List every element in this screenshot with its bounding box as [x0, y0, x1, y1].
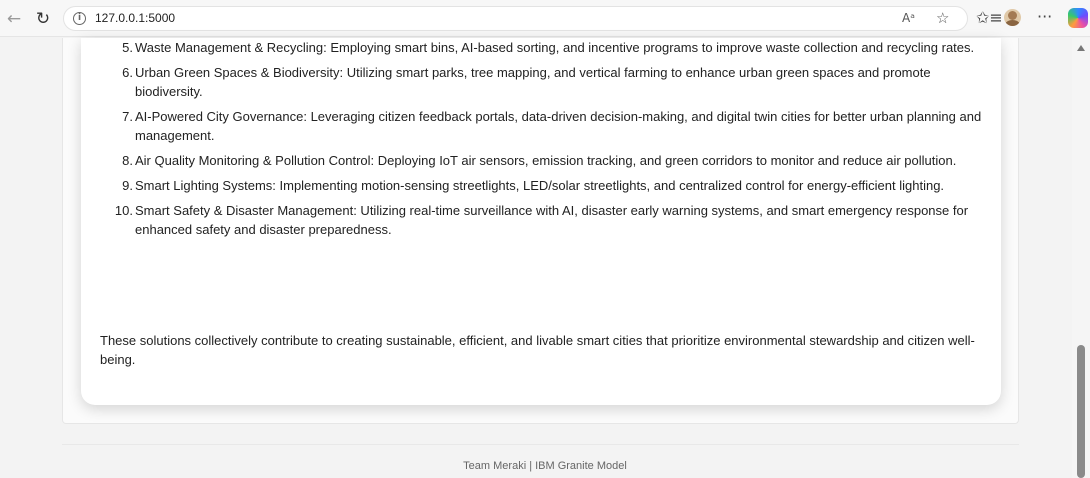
- address-bar[interactable]: i 127.0.0.1:5000 Aᵃ ☆: [63, 6, 968, 31]
- list-item-text: Smart Lighting Systems: Implementing mot…: [135, 178, 945, 193]
- list-item-number: 10.: [114, 203, 133, 218]
- list-item: 7. AI-Powered City Governance: Leveragin…: [103, 107, 993, 145]
- summary-paragraph: These solutions collectively contribute …: [100, 333, 975, 367]
- site-info-icon[interactable]: i: [73, 12, 86, 25]
- footer-text: Team Meraki | IBM Granite Model: [463, 460, 627, 472]
- solutions-list: 5. Waste Management & Recycling: Employi…: [103, 38, 993, 245]
- page-content: 5. Waste Management & Recycling: Employi…: [0, 38, 1072, 478]
- list-item-number: 5.: [122, 40, 133, 55]
- more-options-icon[interactable]: ···: [1037, 7, 1052, 26]
- url-text[interactable]: 127.0.0.1:5000: [95, 11, 175, 25]
- scroll-up-arrow-icon[interactable]: [1077, 45, 1085, 51]
- list-item: 6. Urban Green Spaces & Biodiversity: Ut…: [103, 63, 993, 101]
- footer-divider: [62, 444, 1019, 445]
- list-item-text: AI-Powered City Governance: Leveraging c…: [135, 109, 982, 143]
- list-item-text: Smart Safety & Disaster Management: Util…: [135, 203, 969, 237]
- vertical-scrollbar[interactable]: [1072, 38, 1090, 478]
- list-item-text: Waste Management & Recycling: Employing …: [135, 40, 975, 55]
- profile-avatar[interactable]: [1004, 9, 1021, 26]
- refresh-icon[interactable]: ↻: [33, 9, 53, 29]
- browser-toolbar: ← ↻ i 127.0.0.1:5000 Aᵃ ☆ ✩≡ ···: [0, 0, 1090, 37]
- back-arrow-icon[interactable]: ←: [4, 9, 24, 29]
- list-item: 5. Waste Management & Recycling: Employi…: [103, 38, 993, 57]
- content-container: 5. Waste Management & Recycling: Employi…: [62, 38, 1019, 424]
- list-item-number: 6.: [122, 65, 133, 80]
- list-item-number: 9.: [122, 178, 133, 193]
- list-item: 10. Smart Safety & Disaster Management: …: [103, 201, 993, 239]
- favorites-list-icon[interactable]: ✩≡: [976, 8, 1003, 27]
- favorite-star-icon[interactable]: ☆: [936, 9, 949, 27]
- list-item: 9. Smart Lighting Systems: Implementing …: [103, 176, 993, 195]
- list-item-number: 8.: [122, 153, 133, 168]
- list-item-text: Air Quality Monitoring & Pollution Contr…: [135, 153, 957, 168]
- list-item-text: Urban Green Spaces & Biodiversity: Utili…: [135, 65, 931, 99]
- copilot-icon[interactable]: [1068, 8, 1088, 28]
- list-item-number: 7.: [122, 109, 133, 124]
- response-card: 5. Waste Management & Recycling: Employi…: [81, 38, 1001, 405]
- list-item: 8. Air Quality Monitoring & Pollution Co…: [103, 151, 993, 170]
- scrollbar-thumb[interactable]: [1077, 345, 1085, 478]
- read-aloud-icon[interactable]: Aᵃ: [902, 11, 915, 25]
